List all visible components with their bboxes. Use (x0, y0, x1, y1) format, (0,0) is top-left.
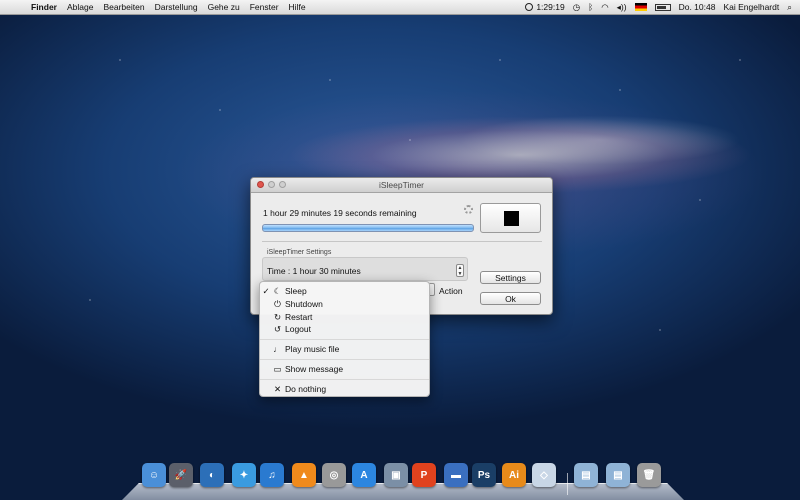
action-label: Action (439, 286, 463, 296)
time-setting-label: Time : 1 hour 30 minutes (267, 266, 361, 276)
menu-finder[interactable]: Finder (31, 2, 57, 12)
restart-icon: ↻ (273, 312, 282, 322)
checkmark-icon: ✓ (262, 286, 270, 296)
dock-itunes-icon[interactable]: ♫ (260, 463, 284, 487)
menu-item-label: Show message (285, 364, 344, 374)
input-source-flag-icon[interactable] (634, 3, 647, 11)
menu-fenster[interactable]: Fenster (250, 2, 279, 12)
timer-icon (525, 3, 534, 11)
volume-icon[interactable]: ◂)) (617, 2, 627, 13)
spotlight-search-icon[interactable]: ⌕ (787, 2, 792, 13)
time-machine-icon[interactable]: ◷ (573, 2, 580, 13)
dock-keynote-icon[interactable]: ▬ (444, 463, 468, 487)
menu-divider (260, 359, 429, 360)
dock-cube-app-icon[interactable]: ◇ (532, 463, 556, 487)
divider (262, 241, 542, 242)
menu-item-label: Do nothing (285, 384, 327, 394)
bluetooth-icon[interactable]: ᛒ (588, 2, 593, 12)
menu-clock[interactable]: Do. 10:48 (679, 2, 716, 12)
time-stepper[interactable]: ▲ ▼ (456, 264, 464, 277)
settings-group-label: iSleepTimer Settings (267, 249, 332, 256)
remaining-time-text: 1 hour 29 minutes 19 seconds remaining (263, 208, 417, 218)
menu-user[interactable]: Kai Engelhardt (723, 2, 779, 12)
dock-dashboard-icon[interactable]: ◐ (200, 463, 224, 487)
menu-hilfe[interactable]: Hilfe (289, 2, 306, 12)
power-icon: ⏻ (274, 299, 281, 309)
menu-item-show-message[interactable]: ▭ Show message (260, 363, 429, 375)
dock-presentation-icon[interactable]: P (412, 463, 436, 487)
dock-applications-folder-icon[interactable]: ▤ (574, 463, 598, 487)
remaining-progress-bar (262, 224, 474, 232)
dock-photoshop-icon[interactable]: Ps (472, 463, 496, 487)
menu-item-label: Logout (285, 324, 311, 334)
menu-item-label: Restart (285, 312, 313, 322)
menu-item-logout[interactable]: ↺ Logout (260, 323, 429, 335)
menu-item-label: Play music file (285, 344, 340, 354)
menu-ablage[interactable]: Ablage (67, 2, 93, 12)
action-menu: ✓ ☾ Sleep ⏻ Shutdown ↻ Restart ↺ Logout … (259, 281, 430, 397)
menu-bar: Finder Ablage Bearbeiten Darstellung Geh… (0, 0, 800, 15)
dock-documents-folder-icon[interactable]: ▤ (606, 463, 630, 487)
menu-item-restart[interactable]: ↻ Restart (260, 311, 429, 323)
dock-safari-icon[interactable]: ✦ (232, 463, 256, 487)
window-title: iSleepTimer (378, 180, 425, 190)
menu-darstellung[interactable]: Darstellung (155, 2, 198, 12)
ok-button[interactable]: Ok (480, 292, 541, 305)
x-icon: ✕ (273, 384, 282, 394)
settings-button[interactable]: Settings (480, 271, 541, 284)
wifi-icon[interactable]: ◠ (601, 2, 608, 13)
dock-vlc-icon[interactable]: ▲ (292, 463, 316, 487)
activity-spinner-icon (464, 205, 473, 214)
message-icon: ▭ (273, 364, 282, 374)
menu-item-sleep[interactable]: ✓ ☾ Sleep (260, 285, 429, 297)
stop-icon (504, 211, 519, 226)
dock-app-store-icon[interactable]: A (352, 463, 376, 487)
dock-dvd-player-icon[interactable]: ◎ (322, 463, 346, 487)
dock-preview-icon[interactable]: ▣ (384, 463, 408, 487)
dock-illustrator-icon[interactable]: Ai (502, 463, 526, 487)
menu-item-play-music[interactable]: ♩ Play music file (260, 343, 429, 355)
window-titlebar[interactable]: iSleepTimer (251, 178, 552, 193)
logout-icon: ↺ (273, 324, 282, 334)
menu-divider (260, 339, 429, 340)
menu-item-do-nothing[interactable]: ✕ Do nothing (260, 383, 429, 395)
status-timer-value: 1:29:19 (536, 2, 565, 12)
music-note-icon: ♩ (273, 344, 282, 354)
dock-trash-icon[interactable]: 🗑 (637, 463, 661, 487)
stop-button[interactable] (480, 203, 541, 233)
sleep-timer-status[interactable]: 1:29:19 (525, 2, 565, 12)
battery-icon[interactable] (654, 3, 671, 11)
dock: ☺ 🚀 ◐ ✦ ♫ ▲ ◎ A ▣ P ▬ Ps Ai ◇ ▤ ▤ 🗑 (122, 455, 684, 500)
menu-gehe-zu[interactable]: Gehe zu (208, 2, 240, 12)
menu-divider (260, 379, 429, 380)
moon-icon: ☾ (273, 286, 282, 296)
dock-launchpad-icon[interactable]: 🚀 (169, 463, 193, 487)
menu-bearbeiten[interactable]: Bearbeiten (103, 2, 144, 12)
menu-item-shutdown[interactable]: ⏻ Shutdown (260, 298, 429, 310)
dock-separator (567, 473, 568, 495)
dock-finder-icon[interactable]: ☺ (142, 463, 166, 487)
menu-item-label: Shutdown (285, 299, 323, 309)
menu-item-label: Sleep (285, 286, 307, 296)
